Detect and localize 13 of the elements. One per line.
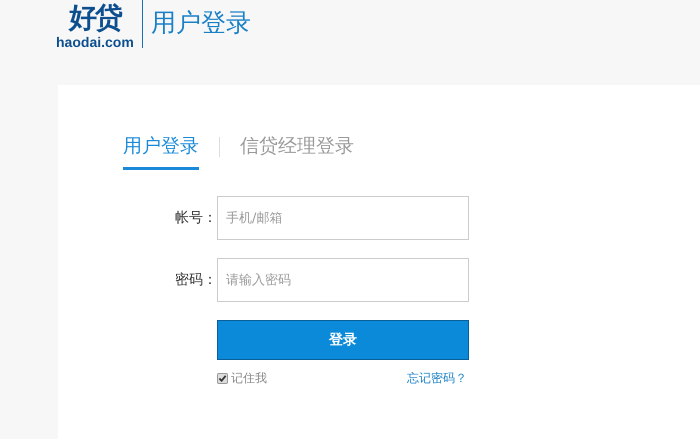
login-tab[interactable]: 信贷经理登录 [240,133,354,170]
login-button[interactable]: 登录 [217,320,469,360]
page-title: 用户登录 [150,7,251,39]
logo-domain: haodai.com [56,34,134,50]
logo-text: 好贷 [68,2,121,34]
forgot-password-link[interactable]: 忘记密码？ [407,370,467,387]
login-tab[interactable]: 用户登录 [123,133,199,170]
remember-label: 记住我 [231,370,267,387]
field-label: 密码： [174,271,217,289]
input-field[interactable]: 手机/邮箱 [217,196,469,240]
remember-checkbox[interactable] [217,373,228,384]
field-label: 帐号： [174,209,217,227]
input-field[interactable]: 请输入密码 [217,258,469,302]
